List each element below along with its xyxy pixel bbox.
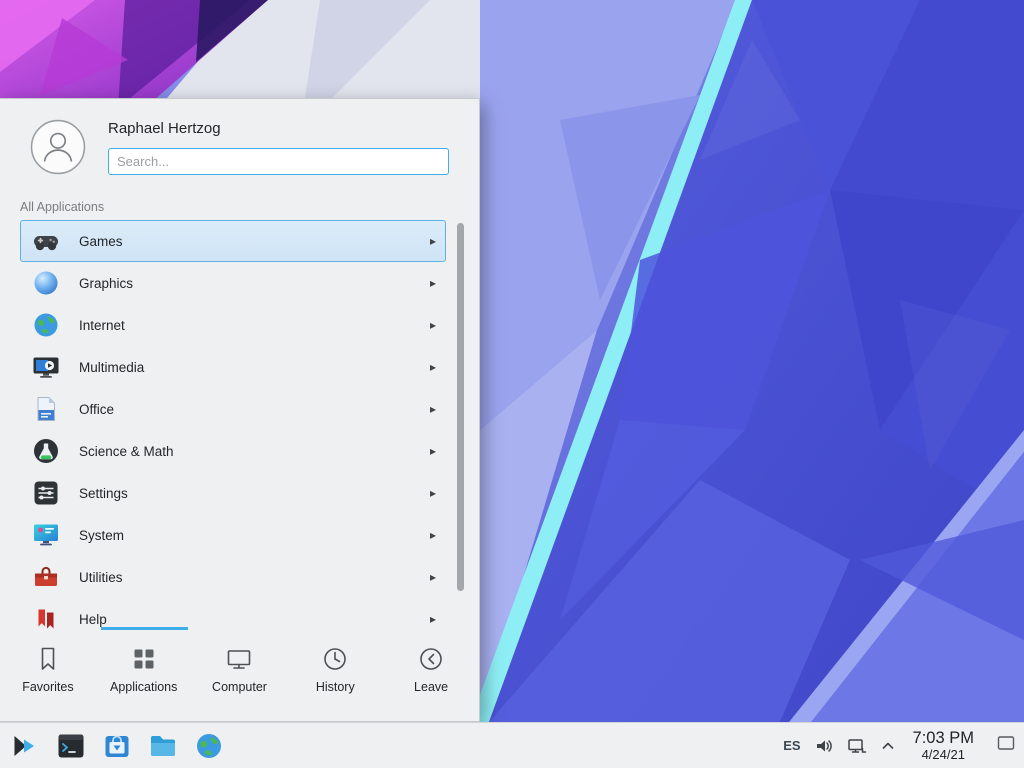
launcher-tabbar: Favorites Applications Computer History xyxy=(0,630,479,721)
chevron-right-icon xyxy=(430,319,445,331)
category-settings[interactable]: Settings xyxy=(20,472,446,514)
chevron-right-icon xyxy=(430,529,445,541)
globe-icon xyxy=(32,311,60,339)
system-monitor-icon xyxy=(32,521,60,549)
category-graphics[interactable]: Graphics xyxy=(20,262,446,304)
office-document-icon xyxy=(32,395,60,423)
app-grid-icon xyxy=(130,645,158,673)
chevron-right-icon xyxy=(430,235,445,247)
system-tray: ES 7:03 PM 4/24/21 xyxy=(783,723,1024,768)
tab-history[interactable]: History xyxy=(287,630,383,721)
category-multimedia[interactable]: Multimedia xyxy=(20,346,446,388)
category-internet[interactable]: Internet xyxy=(20,304,446,346)
clock-date: 4/24/21 xyxy=(913,748,974,763)
graphics-sphere-icon xyxy=(32,269,60,297)
user-name: Raphael Hertzog xyxy=(108,120,221,137)
help-ribbons-icon xyxy=(32,605,60,629)
leave-circle-icon xyxy=(417,645,445,673)
chevron-right-icon xyxy=(430,403,445,415)
taskbar-launchers xyxy=(0,731,224,761)
category-list: Games Graphics Internet Multimedia xyxy=(0,216,480,629)
section-label: All Applications xyxy=(20,200,104,214)
multimedia-monitor-icon xyxy=(32,353,60,381)
volume-icon[interactable] xyxy=(814,736,834,756)
expand-tray-button[interactable] xyxy=(880,738,896,754)
category-help[interactable]: Help xyxy=(20,598,446,629)
chevron-right-icon xyxy=(430,487,445,499)
show-desktop-button[interactable] xyxy=(993,723,1019,768)
chevron-right-icon xyxy=(430,361,445,373)
user-avatar[interactable] xyxy=(30,119,86,175)
network-icon[interactable] xyxy=(847,736,867,756)
app-launcher-button[interactable] xyxy=(10,731,40,761)
bookmark-icon xyxy=(34,645,62,673)
clock-time: 7:03 PM xyxy=(913,729,974,748)
science-flask-icon xyxy=(32,437,60,465)
software-center-icon[interactable] xyxy=(102,731,132,761)
category-office[interactable]: Office xyxy=(20,388,446,430)
tab-applications[interactable]: Applications xyxy=(96,630,192,721)
chevron-right-icon xyxy=(430,445,445,457)
chevron-right-icon xyxy=(430,571,445,583)
browser-globe-icon[interactable] xyxy=(194,731,224,761)
digital-clock[interactable]: 7:03 PM 4/24/21 xyxy=(913,729,974,763)
search-input[interactable] xyxy=(108,148,449,175)
scrollbar-thumb[interactable] xyxy=(457,223,464,591)
taskbar-panel: ES 7:03 PM 4/24/21 xyxy=(0,722,1024,768)
application-launcher-menu: Raphael Hertzog All Applications Games G… xyxy=(0,98,480,722)
konsole-icon[interactable] xyxy=(56,731,86,761)
gamepad-icon xyxy=(32,227,60,255)
category-games[interactable]: Games xyxy=(20,220,446,262)
category-science-math[interactable]: Science & Math xyxy=(20,430,446,472)
tab-computer[interactable]: Computer xyxy=(192,630,288,721)
file-manager-icon[interactable] xyxy=(148,731,178,761)
computer-monitor-icon xyxy=(225,645,253,673)
tab-favorites[interactable]: Favorites xyxy=(0,630,96,721)
keyboard-layout-indicator[interactable]: ES xyxy=(783,738,800,753)
clock-icon xyxy=(321,645,349,673)
tab-leave[interactable]: Leave xyxy=(383,630,479,721)
category-system[interactable]: System xyxy=(20,514,446,556)
chevron-right-icon xyxy=(430,613,445,625)
desktop-icon xyxy=(996,733,1016,758)
utilities-toolbox-icon xyxy=(32,563,60,591)
settings-sliders-icon xyxy=(32,479,60,507)
chevron-right-icon xyxy=(430,277,445,289)
category-utilities[interactable]: Utilities xyxy=(20,556,446,598)
